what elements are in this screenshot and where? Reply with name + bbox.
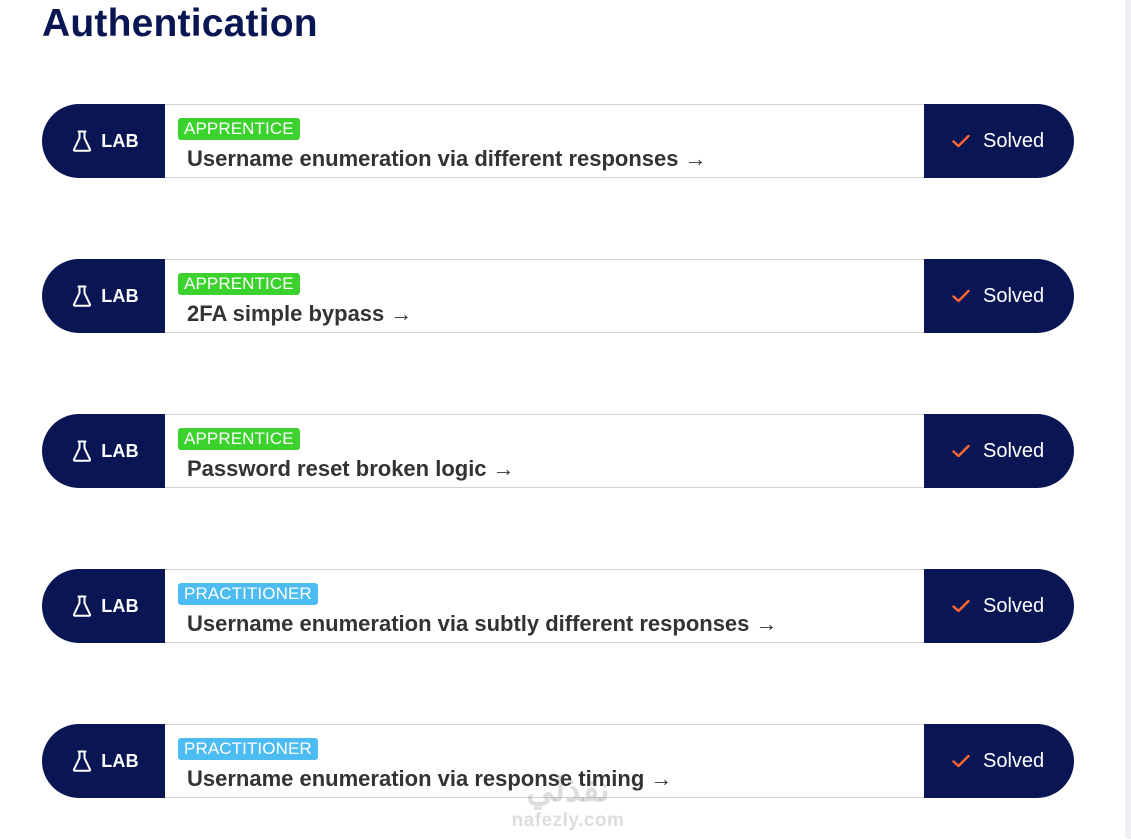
lab-body: APPRENTICE Password reset broken logic →: [165, 414, 924, 488]
lab-card[interactable]: LAB APPRENTICE Password reset broken log…: [42, 414, 1074, 488]
status-label: Solved: [983, 749, 1045, 772]
lab-body: PRACTITIONER Username enumeration via su…: [165, 569, 924, 643]
lab-card[interactable]: LAB APPRENTICE Username enumeration via …: [42, 104, 1074, 178]
arrow-right-icon: →: [684, 146, 707, 171]
lab-badge: LAB: [42, 724, 165, 798]
solved-status: Solved: [924, 259, 1074, 333]
flask-icon: [73, 285, 92, 307]
status-label: Solved: [983, 594, 1045, 617]
lab-badge: LAB: [42, 569, 165, 643]
level-tag-apprentice: APPRENTICE: [178, 118, 300, 140]
checkmark-icon: [952, 754, 970, 768]
lab-title-text: Username enumeration via subtly differen…: [187, 611, 750, 636]
flask-icon: [73, 595, 92, 617]
lab-card[interactable]: LAB PRACTITIONER Username enumeration vi…: [42, 724, 1074, 798]
lab-badge-label: LAB: [101, 130, 139, 151]
arrow-right-icon: →: [650, 766, 673, 791]
lab-title-link[interactable]: 2FA simple bypass →: [187, 301, 412, 327]
solved-status: Solved: [924, 569, 1074, 643]
flask-icon: [73, 130, 92, 152]
lab-title-text: Username enumeration via response timing: [187, 766, 645, 791]
lab-badge-label: LAB: [101, 285, 139, 306]
flask-icon: [73, 440, 92, 462]
status-label: Solved: [983, 439, 1045, 462]
lab-badge-label: LAB: [101, 595, 139, 616]
lab-body: PRACTITIONER Username enumeration via re…: [165, 724, 924, 798]
arrow-right-icon: →: [390, 301, 413, 326]
checkmark-icon: [952, 134, 970, 148]
lab-title-text: Password reset broken logic: [187, 456, 487, 481]
lab-badge-label: LAB: [101, 750, 139, 771]
solved-status: Solved: [924, 724, 1074, 798]
solved-status: Solved: [924, 104, 1074, 178]
status-label: Solved: [983, 284, 1045, 307]
level-tag-practitioner: PRACTITIONER: [178, 738, 318, 760]
lab-badge-label: LAB: [101, 440, 139, 461]
arrow-right-icon: →: [755, 611, 778, 636]
checkmark-icon: [952, 444, 970, 458]
status-label: Solved: [983, 129, 1045, 152]
page-title: Authentication: [42, 2, 318, 45]
lab-title-link[interactable]: Password reset broken logic →: [187, 456, 515, 482]
lab-card[interactable]: LAB PRACTITIONER Username enumeration vi…: [42, 569, 1074, 643]
lab-title-text: Username enumeration via different respo…: [187, 146, 679, 171]
lab-title-link[interactable]: Username enumeration via subtly differen…: [187, 611, 777, 637]
solved-status: Solved: [924, 414, 1074, 488]
arrow-right-icon: →: [492, 456, 515, 481]
checkmark-icon: [952, 599, 970, 613]
lab-title-link[interactable]: Username enumeration via response timing…: [187, 766, 672, 792]
lab-title-text: 2FA simple bypass: [187, 301, 385, 326]
level-tag-apprentice: APPRENTICE: [178, 273, 300, 295]
lab-body: APPRENTICE Username enumeration via diff…: [165, 104, 924, 178]
flask-icon: [73, 750, 92, 772]
lab-badge: LAB: [42, 259, 165, 333]
lab-body: APPRENTICE 2FA simple bypass →: [165, 259, 924, 333]
level-tag-practitioner: PRACTITIONER: [178, 583, 318, 605]
lab-card[interactable]: LAB APPRENTICE 2FA simple bypass → Solved: [42, 259, 1074, 333]
page-scroll-edge: [1125, 0, 1131, 839]
checkmark-icon: [952, 289, 970, 303]
lab-title-link[interactable]: Username enumeration via different respo…: [187, 146, 707, 172]
watermark-url: nafezly.com: [511, 810, 625, 831]
level-tag-apprentice: APPRENTICE: [178, 428, 300, 450]
lab-badge: LAB: [42, 104, 165, 178]
lab-badge: LAB: [42, 414, 165, 488]
